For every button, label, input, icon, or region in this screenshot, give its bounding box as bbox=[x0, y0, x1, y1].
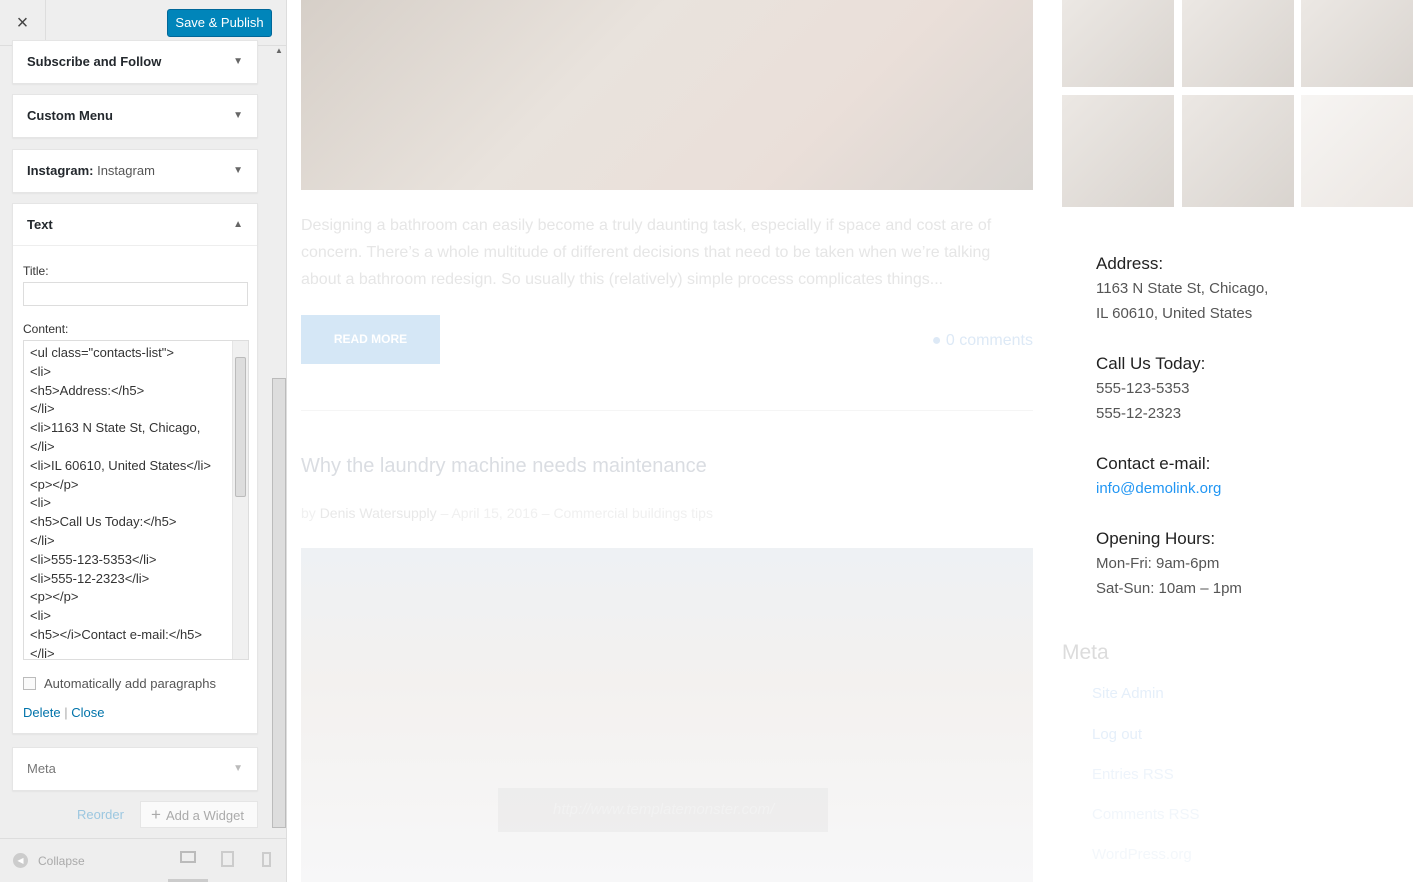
contact-hours: Opening Hours: Mon-Fri: 9am-6pm Sat-Sun: 1… bbox=[1096, 526, 1242, 601]
scrollbar-thumb[interactable] bbox=[272, 378, 286, 828]
scrollbar-thumb[interactable] bbox=[235, 357, 246, 497]
plus-icon: + bbox=[151, 805, 161, 824]
email-heading: Contact e-mail: bbox=[1096, 454, 1211, 473]
add-widget-button[interactable]: + Add a Widget bbox=[140, 801, 258, 828]
instagram-photo[interactable] bbox=[1182, 0, 1294, 87]
separator: | bbox=[64, 705, 68, 720]
post-excerpt: Designing a bathroom can easily become a… bbox=[301, 217, 992, 288]
chevron-down-icon[interactable]: ▼ bbox=[233, 95, 243, 137]
meta-entries-rss[interactable]: Entries RSS bbox=[1092, 766, 1174, 783]
widget-text: Text ▲ Title: Content: <ul class="contact… bbox=[12, 203, 258, 734]
meta-wordpress-org[interactable]: WordPress.org bbox=[1092, 846, 1192, 863]
hours-line: Mon-Fri: 9am-6pm bbox=[1096, 555, 1220, 572]
preview-main-content: Designing a bathroom can easily become a… bbox=[301, 0, 1033, 882]
save-publish-button[interactable]: Save & Publish bbox=[167, 9, 272, 37]
instagram-photo[interactable] bbox=[1182, 95, 1294, 207]
address-line: 1163 N State St, Chicago, bbox=[1096, 280, 1269, 297]
contact-address: Address: 1163 N State St, Chicago, IL 6061… bbox=[1096, 251, 1268, 326]
close-link[interactable]: Close bbox=[71, 705, 104, 720]
comments-count: 0 comments bbox=[945, 332, 1033, 349]
phone-heading: Call Us Today: bbox=[1096, 354, 1206, 373]
read-more-button[interactable]: READ MORE bbox=[301, 315, 440, 364]
delete-link[interactable]: Delete bbox=[23, 705, 61, 720]
post-image-wrench bbox=[301, 0, 1033, 190]
contact-email: Contact e-mail: info@demolink.org bbox=[1096, 451, 1221, 501]
reorder-link[interactable]: Reorder bbox=[77, 807, 124, 822]
widget-meta[interactable]: Meta ▼ bbox=[12, 747, 258, 791]
panel-scrollbar[interactable]: ▲ bbox=[271, 46, 287, 836]
author-link[interactable]: Denis Watersupply bbox=[320, 505, 437, 521]
widget-title: Custom Menu bbox=[27, 108, 113, 123]
hours-line: Sat-Sun: 10am – 1pm bbox=[1096, 580, 1242, 597]
widget-instagram[interactable]: Instagram: Instagram ▼ bbox=[12, 149, 258, 193]
address-line: IL 60610, United States bbox=[1096, 305, 1253, 322]
email-link[interactable]: info@demolink.org bbox=[1096, 480, 1221, 497]
collapse-button[interactable]: Collapse bbox=[38, 854, 85, 868]
chevron-down-icon[interactable]: ▼ bbox=[233, 41, 243, 83]
widget-title: Meta bbox=[27, 761, 56, 776]
widget-title: Instagram: bbox=[27, 163, 94, 178]
divider bbox=[301, 410, 1033, 411]
widget-subtitle: Instagram bbox=[97, 163, 155, 178]
widget-custom-menu[interactable]: Custom Menu ▼ bbox=[12, 94, 258, 138]
comment-icon: ● bbox=[931, 332, 946, 349]
collapse-icon[interactable]: ◀ bbox=[13, 853, 28, 868]
widget-subscribe-and-follow[interactable]: Subscribe and Follow ▼ bbox=[12, 40, 258, 84]
comments-link[interactable]: ● 0 comments bbox=[932, 332, 1033, 350]
add-widget-label: Add a Widget bbox=[165, 808, 244, 823]
scroll-up-icon[interactable]: ▲ bbox=[271, 46, 287, 55]
chevron-down-icon[interactable]: ▼ bbox=[233, 748, 243, 790]
contact-phone: Call Us Today: 555-123-5353 555-12-2323 bbox=[1096, 351, 1205, 426]
post-date: – April 15, 2016 – bbox=[440, 505, 550, 521]
customizer-footer: ◀ Collapse bbox=[0, 838, 287, 882]
customizer-panel: × Save & Publish Subscribe and Follow ▼ C… bbox=[0, 0, 287, 882]
auto-paragraphs-label: Automatically add paragraphs bbox=[44, 676, 216, 691]
auto-paragraphs-checkbox[interactable] bbox=[23, 677, 36, 690]
phone-line: 555-123-5353 bbox=[1096, 380, 1190, 397]
hours-heading: Opening Hours: bbox=[1096, 529, 1216, 548]
instagram-photo[interactable] bbox=[1301, 95, 1413, 207]
widget-title: Text bbox=[27, 217, 53, 232]
content-textarea[interactable]: <ul class="contacts-list"> <li> <h5>Addr… bbox=[23, 340, 249, 660]
meta-comments-rss[interactable]: Comments RSS bbox=[1092, 806, 1200, 823]
title-label: Title: bbox=[23, 264, 49, 278]
textarea-scrollbar[interactable] bbox=[232, 341, 248, 659]
image-link[interactable]: http://www.templatemonster.com/ bbox=[498, 788, 828, 832]
phone-line: 555-12-2323 bbox=[1096, 405, 1182, 422]
chevron-down-icon[interactable]: ▼ bbox=[233, 150, 243, 192]
widget-title: Subscribe and Follow bbox=[27, 54, 162, 69]
tablet-preview-icon[interactable] bbox=[221, 851, 234, 867]
by-label: by bbox=[301, 505, 316, 521]
desktop-preview-icon[interactable] bbox=[180, 851, 196, 863]
post-meta: by Denis Watersupply – April 15, 2016 – … bbox=[301, 505, 713, 521]
title-input[interactable] bbox=[23, 282, 248, 306]
instagram-photo[interactable] bbox=[1062, 95, 1174, 207]
address-heading: Address: bbox=[1096, 254, 1164, 273]
chevron-up-icon[interactable]: ▲ bbox=[233, 204, 243, 246]
meta-log-out[interactable]: Log out bbox=[1092, 726, 1142, 743]
instagram-photo[interactable] bbox=[1301, 0, 1413, 87]
post-image-van: http://www.templatemonster.com/ bbox=[301, 548, 1033, 882]
instagram-photo[interactable] bbox=[1062, 0, 1174, 87]
content-label: Content: bbox=[23, 322, 69, 336]
mobile-preview-icon[interactable] bbox=[262, 852, 271, 867]
category-link[interactable]: Commercial buildings tips bbox=[553, 505, 713, 521]
post-title[interactable]: Why the laundry machine needs maintenanc… bbox=[301, 455, 707, 478]
content-text[interactable]: <ul class="contacts-list"> <li> <h5>Addr… bbox=[24, 341, 248, 659]
meta-heading: Meta bbox=[1062, 641, 1109, 664]
meta-site-admin[interactable]: Site Admin bbox=[1092, 685, 1164, 702]
